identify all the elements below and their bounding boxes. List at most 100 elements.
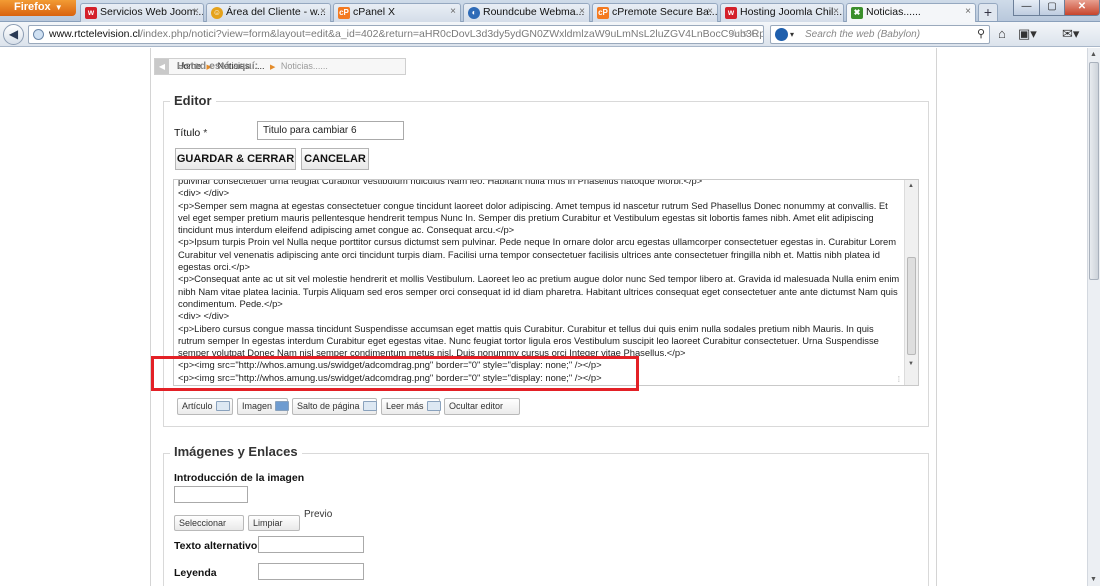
tab-hosting-joomla[interactable]: w Hosting Joomla Chil... ×	[720, 3, 844, 22]
babylon-search-engine-icon	[775, 28, 788, 41]
tab-label: Roundcube Webma...	[483, 6, 585, 18]
preview-label: Previo	[304, 509, 333, 520]
home-icon[interactable]: ⌂	[998, 26, 1006, 41]
tab-label: cPanel X	[353, 6, 396, 18]
scroll-up-icon[interactable]: ▲	[908, 183, 914, 189]
editor-legend: Editor	[170, 93, 216, 108]
insert-image-button[interactable]: Imagen	[237, 398, 290, 415]
button-label: Leer más	[386, 401, 424, 411]
close-icon[interactable]: ×	[450, 6, 456, 17]
clear-image-button[interactable]: Limpiar	[248, 515, 300, 531]
tab-bar: Firefox ▼ w Servicios Web Joom... × ☺ Áre…	[0, 0, 1100, 23]
toggle-editor-button[interactable]: Ocultar editor	[444, 398, 520, 415]
roundcube-favicon-icon: ◐	[468, 7, 480, 19]
tab-label: Noticias......	[866, 6, 921, 18]
cpanel-favicon-icon: cP	[338, 7, 350, 19]
button-label: Imagen	[242, 401, 273, 411]
chevron-down-icon: ▼	[54, 3, 63, 12]
title-input[interactable]: Titulo para cambiar 6	[257, 121, 404, 140]
back-button[interactable]: ◀	[3, 24, 24, 45]
minimize-button[interactable]: —	[1013, 0, 1040, 16]
article-icon	[215, 401, 230, 411]
images-legend: Imágenes y Enlaces	[170, 444, 302, 459]
content-column: ◀ Usted está aquí: Home ▶ Noticias......…	[150, 48, 937, 586]
url-actions: ☆ ▿ C	[730, 26, 759, 43]
article-text-editor[interactable]: pulvinar consectetuer urna feugiat Curab…	[173, 179, 919, 386]
page-scrollbar[interactable]: ▲ ▼	[1087, 48, 1100, 586]
close-icon[interactable]: ×	[579, 6, 585, 17]
editor-scroll-thumb[interactable]	[907, 257, 916, 355]
insert-article-button[interactable]: Artículo	[177, 398, 233, 415]
tab-label: Área del Cliente - w...	[226, 6, 326, 18]
chevron-left-icon: ◀	[155, 59, 169, 74]
tab-label: Servicios Web Joom...	[100, 6, 204, 18]
scroll-down-icon[interactable]: ▼	[1090, 576, 1097, 583]
breadcrumb-label: Usted está aquí:	[177, 60, 259, 72]
webhosting-favicon-icon: w	[725, 7, 737, 19]
cpanel-favicon-icon: cP	[597, 7, 609, 19]
tab-servicios[interactable]: w Servicios Web Joom... ×	[80, 3, 204, 22]
caption-label: Leyenda	[174, 567, 217, 579]
close-icon[interactable]: ×	[320, 6, 326, 17]
tab-label: cPremote Secure Ba...	[612, 6, 718, 18]
save-close-button[interactable]: GUARDAR & CERRAR	[175, 148, 296, 170]
address-bar[interactable]: www.rtctelevision.cl/index.php/notici?vi…	[28, 25, 764, 44]
url-path: /index.php/notici?view=form&layout=edit&…	[140, 28, 764, 40]
search-icon[interactable]: ⚲	[977, 26, 985, 43]
new-tab-button[interactable]: +	[978, 3, 998, 21]
page-break-icon	[362, 401, 377, 411]
editor-scrollbar[interactable]: ▲ ▼	[904, 180, 918, 385]
select-image-button[interactable]: Seleccionar	[174, 515, 244, 531]
tab-label: Hosting Joomla Chil...	[740, 6, 843, 18]
tab-area-cliente[interactable]: ☺ Área del Cliente - w... ×	[206, 3, 331, 22]
cancel-button[interactable]: CANCELAR	[301, 148, 369, 170]
page-viewport: ◀ Usted está aquí: Home ▶ Noticias......…	[0, 48, 1087, 586]
page-scroll-thumb[interactable]	[1089, 62, 1099, 280]
tab-cpremote[interactable]: cP cPremote Secure Ba... ×	[592, 3, 718, 22]
breadcrumb: ◀ Usted está aquí: Home ▶ Noticias......…	[154, 58, 406, 75]
search-placeholder: Search the web (Babylon)	[805, 29, 921, 40]
intro-image-input[interactable]	[174, 486, 248, 503]
read-more-icon	[426, 401, 441, 411]
breadcrumb-current: Noticias......	[280, 61, 328, 71]
globe-icon	[33, 29, 44, 40]
page-break-button[interactable]: Salto de página	[292, 398, 377, 415]
read-more-button[interactable]: Leer más	[381, 398, 441, 415]
dropdown-icon[interactable]: ▿	[742, 28, 748, 40]
button-label: Ocultar editor	[449, 401, 504, 411]
close-icon[interactable]: ×	[193, 6, 199, 17]
arrow-left-icon: ◀	[8, 27, 19, 41]
caption-input[interactable]	[258, 563, 364, 580]
maximize-button[interactable]: ▢	[1039, 0, 1065, 16]
addon-icon[interactable]: ✉▾	[1062, 26, 1079, 42]
scroll-up-icon[interactable]: ▲	[1090, 51, 1097, 58]
tab-noticias[interactable]: ✖ Noticias...... ×	[846, 3, 976, 23]
chevron-right-icon: ▶	[269, 64, 276, 71]
title-label: Título *	[174, 127, 207, 139]
firefox-menu-button[interactable]: Firefox ▼	[0, 0, 76, 16]
scroll-down-icon[interactable]: ▼	[908, 361, 914, 367]
smiley-favicon-icon: ☺	[211, 7, 223, 19]
highlight-box	[151, 356, 639, 391]
intro-image-label: Introducción de la imagen	[174, 472, 305, 484]
tab-roundcube[interactable]: ◐ Roundcube Webma... ×	[463, 3, 590, 22]
editor-content[interactable]: pulvinar consectetuer urna feugiat Curab…	[178, 180, 900, 384]
reload-icon[interactable]: C	[751, 28, 759, 40]
close-icon[interactable]: ×	[833, 6, 839, 17]
button-label: Artículo	[182, 401, 213, 411]
alt-text-input[interactable]	[258, 536, 364, 553]
close-icon[interactable]: ×	[965, 6, 971, 17]
firefox-label: Firefox	[14, 1, 51, 13]
chevron-down-icon[interactable]: ▾	[790, 26, 794, 43]
webhosting-favicon-icon: w	[85, 7, 97, 19]
button-label: Salto de página	[297, 401, 360, 411]
navigation-bar: ◀ www.rtctelevision.cl/index.php/notici?…	[0, 22, 1100, 47]
tab-cpanel[interactable]: cP cPanel X ×	[333, 3, 461, 22]
alt-text-label: Texto alternativo	[174, 540, 258, 552]
search-input[interactable]: ▾ Search the web (Babylon) ⚲	[770, 25, 990, 44]
bookmarks-icon[interactable]: ▣▾	[1018, 26, 1037, 42]
close-window-button[interactable]: ✕	[1064, 0, 1100, 16]
close-icon[interactable]: ×	[707, 6, 713, 17]
resize-grip-icon[interactable]: ⁞	[898, 375, 900, 384]
bookmark-star-icon[interactable]: ☆	[730, 28, 740, 40]
